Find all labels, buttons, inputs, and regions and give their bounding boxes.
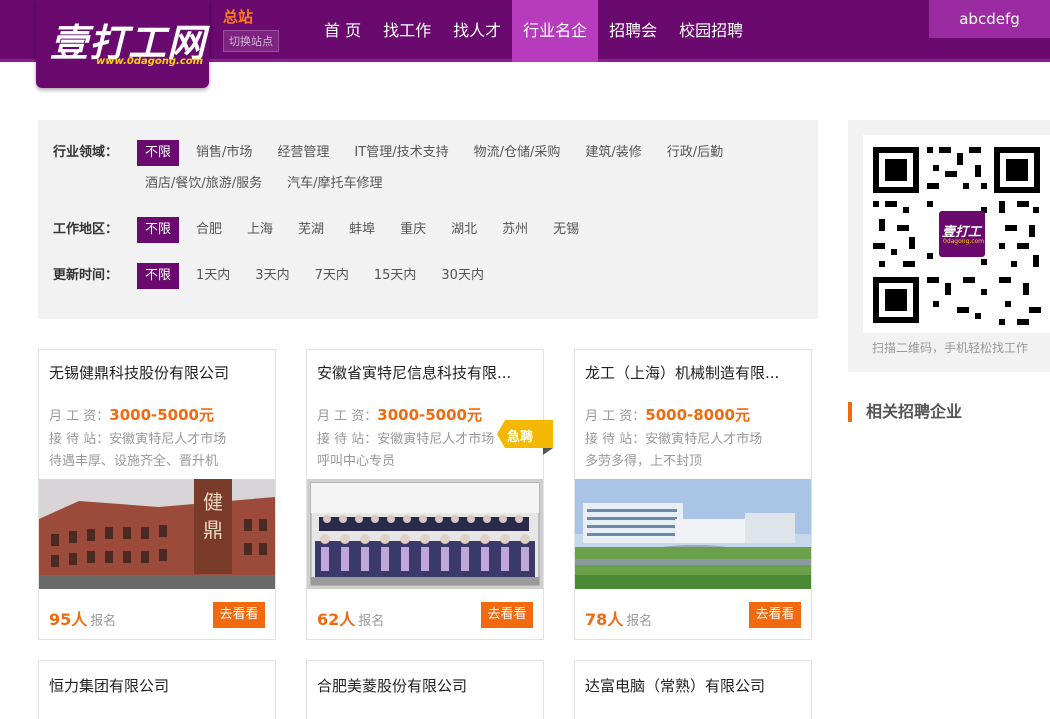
company-name[interactable]: 龙工（上海）机械制造有限...	[585, 362, 805, 383]
filter-option[interactable]: 汽车/摩托车修理	[279, 171, 390, 197]
nav-campus-recruitment[interactable]: 校园招聘	[668, 0, 754, 62]
company-card[interactable]: 安徽省寅特尼信息科技有限... 月 工 资：3000-5000元 接 待 站：安…	[306, 349, 544, 640]
nav-find-talent[interactable]: 找人才	[442, 0, 512, 62]
company-card[interactable]: 恒力集团有限公司	[38, 660, 276, 719]
filter-option[interactable]: 1天内	[188, 263, 238, 289]
signup-number: 95人	[49, 610, 88, 629]
job-description: 呼叫中心专员	[317, 454, 396, 469]
filter-option[interactable]: 合肥	[188, 217, 230, 243]
filter-option[interactable]: 不限	[137, 140, 180, 166]
filter-option[interactable]: 无锡	[545, 217, 587, 243]
user-account-button[interactable]: abcdefg	[929, 0, 1050, 38]
filter-option[interactable]: 苏州	[494, 217, 536, 243]
logo-url: www.0dagong.com	[96, 56, 204, 67]
switch-site-button[interactable]: 切换站点	[223, 30, 279, 52]
signup-label: 报名	[358, 614, 385, 629]
filter-option[interactable]: 不限	[137, 217, 180, 243]
filter-option[interactable]: 湖北	[443, 217, 485, 243]
filter-option[interactable]: 30天内	[433, 263, 492, 289]
filter-option[interactable]: 物流/仓储/采购	[466, 140, 569, 166]
company-name[interactable]: 达富电脑（常熟）有限公司	[585, 675, 765, 696]
filter-option[interactable]: 7天内	[307, 263, 357, 289]
salary-line: 月 工 资：5000-8000元	[585, 404, 750, 425]
view-button[interactable]: 去看看	[481, 602, 533, 628]
svg-text:健: 健	[203, 490, 223, 514]
filter-option[interactable]: 蚌埠	[341, 217, 383, 243]
reception-station: 接 待 站：安徽寅特尼人才市场	[317, 432, 495, 447]
filter-row-industry: 行业领域： 不限 销售/市场 经营管理 IT管理/技术支持 物流/仓储/采购 建…	[53, 140, 797, 202]
filter-row-area: 工作地区： 不限 合肥 上海 芜湖 蚌埠 重庆 湖北 苏州 无锡	[53, 217, 797, 248]
salary-label: 月 工 资：	[585, 409, 646, 424]
company-name[interactable]: 安徽省寅特尼信息科技有限...	[317, 362, 537, 383]
filter-option[interactable]: 酒店/餐饮/旅游/服务	[137, 171, 270, 197]
qr-code-panel: 壹打工 0dagong.com 扫描二维码，手机轻松找工作	[848, 120, 1050, 372]
filter-option[interactable]: 销售/市场	[188, 140, 260, 166]
qr-caption: 扫描二维码，手机轻松找工作	[872, 341, 1029, 355]
salary-value: 3000-5000元	[109, 406, 214, 424]
signup-number: 62人	[317, 610, 356, 629]
current-site-name: 总站	[223, 8, 254, 26]
svg-text:鼎: 鼎	[203, 518, 223, 542]
signup-count: 78人 报名	[585, 606, 652, 630]
nav-home[interactable]: 首 页	[313, 0, 372, 62]
filter-label: 更新时间：	[53, 268, 119, 283]
nav-find-job[interactable]: 找工作	[372, 0, 442, 62]
company-photo[interactable]	[575, 479, 811, 589]
filter-option[interactable]: 15天内	[366, 263, 425, 289]
salary-line: 月 工 资：3000-5000元	[317, 404, 482, 425]
filter-option[interactable]: 上海	[239, 217, 281, 243]
company-card[interactable]: 合肥美菱股份有限公司	[306, 660, 544, 719]
filter-option[interactable]: 重庆	[392, 217, 434, 243]
salary-label: 月 工 资：	[317, 409, 378, 424]
signup-count: 95人 报名	[49, 606, 116, 630]
main-nav: 首 页 找工作 找人才 行业名企 招聘会 校园招聘	[313, 0, 754, 62]
company-photo[interactable]: 健 鼎	[39, 479, 275, 589]
filter-option[interactable]: 建筑/装修	[577, 140, 649, 166]
filter-label: 工作地区：	[53, 222, 119, 237]
filter-panel: 行业领域： 不限 销售/市场 经营管理 IT管理/技术支持 物流/仓储/采购 建…	[38, 120, 818, 319]
filter-row-updated: 更新时间： 不限 1天内 3天内 7天内 15天内 30天内	[53, 263, 797, 294]
reception-station: 接 待 站：安徽寅特尼人才市场	[49, 432, 227, 447]
job-description: 待遇丰厚、设施齐全、晋升机	[49, 454, 219, 469]
filter-option[interactable]: 不限	[137, 263, 180, 289]
signup-number: 78人	[585, 610, 624, 629]
filter-option[interactable]: IT管理/技术支持	[346, 140, 456, 166]
urgent-badge: 急聘	[497, 420, 553, 455]
signup-label: 报名	[626, 614, 653, 629]
salary-label: 月 工 资：	[49, 409, 110, 424]
filter-option[interactable]: 3天内	[247, 263, 297, 289]
company-name[interactable]: 恒力集团有限公司	[49, 675, 169, 696]
related-companies-heading: 相关招聘企业	[848, 402, 962, 422]
site-logo[interactable]: 壹打工网 www.0dagong.com	[36, 0, 209, 88]
company-photo[interactable]	[307, 479, 543, 589]
signup-count: 62人 报名	[317, 606, 384, 630]
nav-job-fair[interactable]: 招聘会	[598, 0, 668, 62]
company-name[interactable]: 合肥美菱股份有限公司	[317, 675, 467, 696]
view-button[interactable]: 去看看	[749, 602, 801, 628]
view-button[interactable]: 去看看	[213, 602, 265, 628]
reception-station: 接 待 站：安徽寅特尼人才市场	[585, 432, 763, 447]
company-card[interactable]: 龙工（上海）机械制造有限... 月 工 资：5000-8000元 接 待 站：安…	[574, 349, 812, 640]
filter-option[interactable]: 经营管理	[269, 140, 337, 166]
urgent-badge-label: 急聘	[507, 430, 534, 445]
qr-center-logo-url: 0dagong.com	[943, 238, 985, 245]
salary-value: 5000-8000元	[645, 406, 750, 424]
job-description: 多劳多得，上不封顶	[585, 454, 703, 469]
filter-option[interactable]: 行政/后勤	[659, 140, 731, 166]
filter-option[interactable]: 芜湖	[290, 217, 332, 243]
company-card[interactable]: 无锡健鼎科技股份有限公司 月 工 资：3000-5000元 接 待 站：安徽寅特…	[38, 349, 276, 640]
salary-line: 月 工 资：3000-5000元	[49, 404, 214, 425]
nav-famous-companies[interactable]: 行业名企	[512, 0, 599, 62]
company-card[interactable]: 达富电脑（常熟）有限公司	[574, 660, 812, 719]
signup-label: 报名	[90, 614, 117, 629]
filter-label: 行业领域：	[53, 145, 119, 160]
company-name[interactable]: 无锡健鼎科技股份有限公司	[49, 362, 269, 383]
salary-value: 3000-5000元	[377, 406, 482, 424]
qr-code-image: 壹打工 0dagong.com	[863, 135, 1050, 333]
